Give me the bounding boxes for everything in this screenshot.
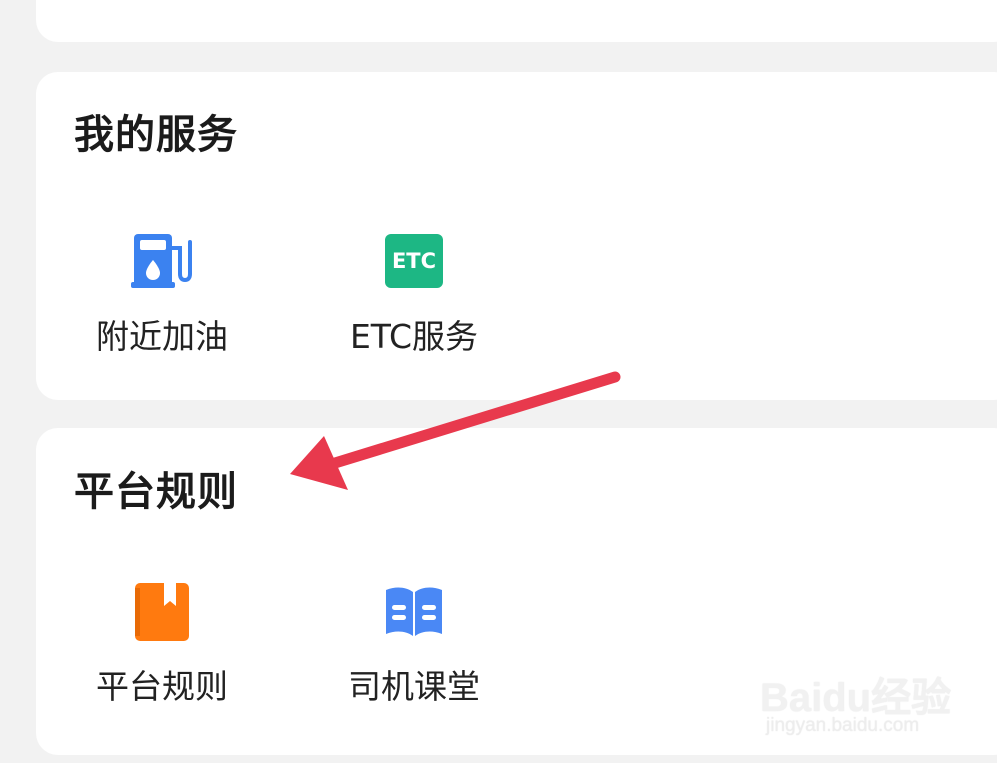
my-services-card: 我的服务 附近加油 ETC ETC服务 (36, 72, 997, 400)
etc-badge: ETC (385, 234, 443, 288)
baidu-watermark: Baidu经验 jingyan.baidu.com (760, 655, 951, 745)
driver-class-button[interactable]: 司机课堂 (324, 580, 504, 730)
watermark-url: jingyan.baidu.com (766, 715, 920, 736)
etc-service-button[interactable]: ETC ETC服务 (324, 230, 504, 380)
fuel-pump-icon (131, 234, 192, 288)
nearby-fuel-button[interactable]: 附近加油 (72, 230, 252, 380)
open-book-icon (386, 587, 442, 636)
etc-service-label: ETC服务 (349, 317, 479, 356)
rulebook-icon (135, 583, 189, 641)
platform-rules-label: 平台规则 (96, 667, 228, 706)
driver-class-label: 司机课堂 (348, 667, 480, 706)
section-title-my-services: 我的服务 (74, 112, 238, 158)
platform-rules-button[interactable]: 平台规则 (72, 580, 252, 730)
top-card (36, 0, 997, 42)
section-title-platform-rules: 平台规则 (74, 469, 238, 515)
etc-icon: ETC (382, 230, 446, 294)
nearby-fuel-label: 附近加油 (96, 317, 228, 356)
